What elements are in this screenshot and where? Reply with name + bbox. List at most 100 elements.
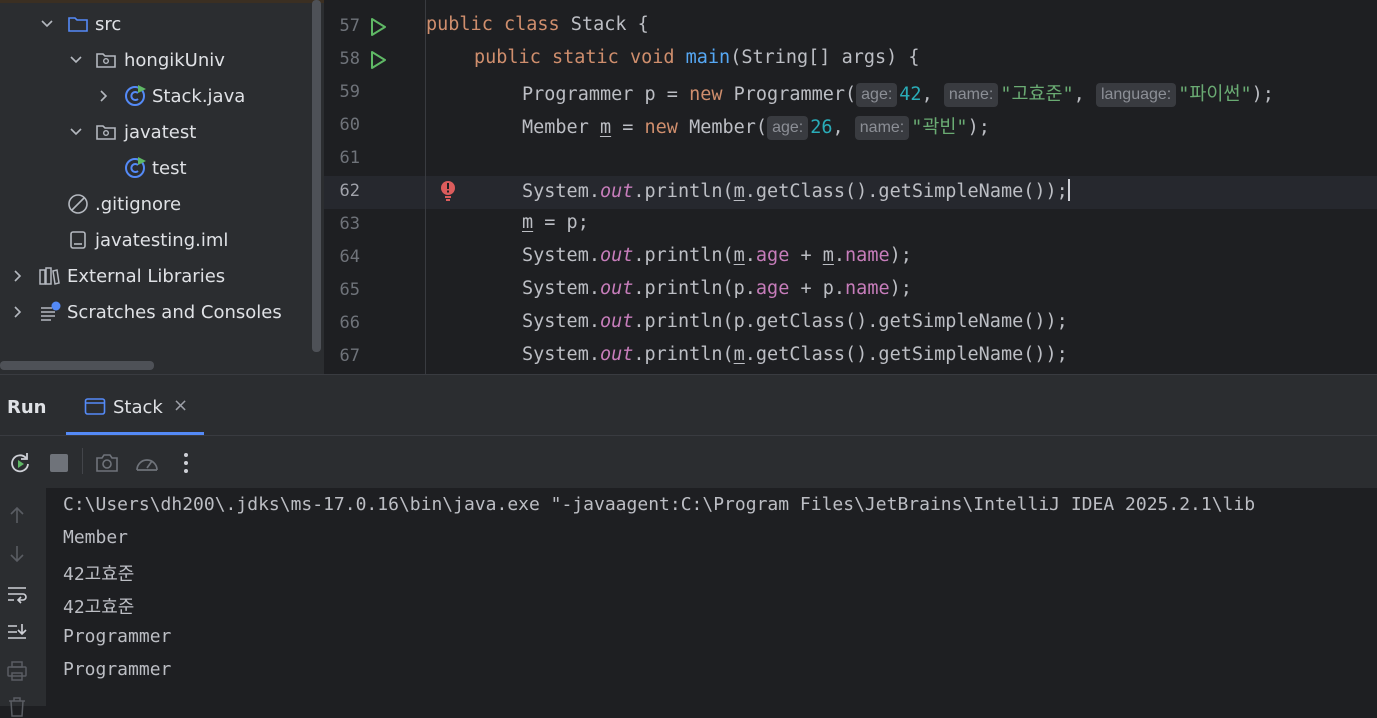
chevron-down-icon[interactable] <box>67 51 85 69</box>
tree-item-stack-java[interactable]: Stack.java <box>0 78 310 114</box>
line-number: 65 <box>339 280 360 300</box>
code-text: .getClass().getSimpleName()); <box>744 344 1068 365</box>
tree-item-javatest[interactable]: javatest <box>0 114 310 150</box>
field-reference: age <box>755 245 790 266</box>
string-literal: "고효준" <box>1000 84 1074 105</box>
tree-item-gitignore[interactable]: .gitignore <box>0 186 310 222</box>
code-line-65[interactable]: System.out.println(p.age + p.name); <box>522 278 912 299</box>
tree-vertical-scrollbar[interactable] <box>312 0 321 352</box>
static-field: out <box>599 245 634 266</box>
console-line: Member <box>63 527 129 548</box>
code-text: ); <box>889 245 912 266</box>
code-text: Stack { <box>559 14 649 35</box>
static-field: out <box>599 181 634 202</box>
code-text: ); <box>889 278 912 299</box>
tree-item-label: hongikUniv <box>124 49 225 71</box>
close-tab-icon[interactable]: × <box>173 395 188 416</box>
line-number: 67 <box>339 346 360 366</box>
code-line-60[interactable]: Member m = new Member(age: 26, name: "곽빈")… <box>522 113 990 140</box>
variable-m: m <box>733 344 745 365</box>
console-line: Programmer <box>63 626 172 647</box>
package-icon <box>95 121 117 143</box>
chevron-down-icon[interactable] <box>67 123 85 141</box>
code-editor[interactable]: 57 58 59 60 61 62 63 64 65 66 67 public … <box>324 0 1377 374</box>
toolbar-separator <box>82 448 83 474</box>
rerun-icon[interactable] <box>8 451 32 475</box>
console-line: C:\Users\dh200\.jdks\ms-17.0.16\bin\java… <box>63 494 1256 515</box>
code-text: System. <box>522 245 600 266</box>
code-line-66[interactable]: System.out.println(p.getClass().getSimpl… <box>522 311 1068 332</box>
scroll-to-end-icon[interactable] <box>6 621 28 643</box>
chevron-right-icon[interactable] <box>95 87 113 105</box>
soft-wrap-icon[interactable] <box>6 583 28 605</box>
tree-item-javatesting-iml[interactable]: javatesting.iml <box>0 222 310 258</box>
code-text: ); <box>967 117 990 138</box>
camera-icon[interactable] <box>95 451 119 475</box>
more-options-icon[interactable] <box>174 451 198 475</box>
code-text: , <box>921 84 944 105</box>
run-main-icon[interactable] <box>368 50 388 70</box>
variable-m: m <box>599 117 612 138</box>
string-literal: "파이썬" <box>1178 84 1252 105</box>
code-text: = <box>611 117 645 138</box>
parameter-hint-age: age: <box>767 116 809 140</box>
code-text: ); <box>1251 84 1274 105</box>
parameter-hint-name: name: <box>854 116 910 140</box>
console-line: 42고효준 <box>63 564 135 585</box>
tree-item-external-libraries[interactable]: External Libraries <box>0 258 310 294</box>
java-class-icon <box>124 156 146 178</box>
code-line-58[interactable]: public static void main(String[] args) { <box>474 47 920 68</box>
chevron-right-icon[interactable] <box>9 303 27 321</box>
number-literal: 26 <box>810 117 833 138</box>
line-number-active: 62 <box>339 181 360 201</box>
trash-icon[interactable] <box>6 696 28 718</box>
tree-item-label: src <box>95 13 122 35</box>
run-tool-window-header: Run Stack × <box>0 374 1377 437</box>
code-text: + <box>789 245 823 266</box>
tab-label: Stack <box>113 397 163 418</box>
stop-icon[interactable] <box>47 451 71 475</box>
console-tab-icon <box>84 397 106 421</box>
string-literal: "곽빈" <box>911 117 968 138</box>
console-output[interactable]: C:\Users\dh200\.jdks\ms-17.0.16\bin\java… <box>46 488 1377 706</box>
tree-item-test[interactable]: test <box>0 150 310 186</box>
libraries-icon <box>38 265 60 287</box>
code-text: (String[] args) { <box>730 47 920 68</box>
profiler-gauge-icon[interactable] <box>134 451 158 475</box>
code-line-67[interactable]: System.out.println(m.getClass().getSimpl… <box>522 344 1068 365</box>
variable-m: m <box>822 245 834 266</box>
scroll-down-arrow-icon[interactable] <box>6 543 28 565</box>
error-bulb-icon[interactable] <box>438 180 458 202</box>
code-text: System. <box>522 344 600 365</box>
code-line-57[interactable]: public class Stack { <box>426 14 649 35</box>
tree-item-src[interactable]: src <box>0 6 310 42</box>
run-toolbar <box>0 436 1377 488</box>
scroll-up-arrow-icon[interactable] <box>6 504 28 526</box>
parameter-hint-language: language: <box>1095 83 1177 107</box>
number-literal: 42 <box>899 84 922 105</box>
scratches-icon <box>38 300 61 322</box>
tree-item-hongikuniv[interactable]: hongikUniv <box>0 42 310 78</box>
tree-item-label: Stack.java <box>152 85 246 107</box>
package-icon <box>95 49 117 71</box>
editor-gutter[interactable]: 57 58 59 60 61 62 63 64 65 66 67 <box>324 0 455 374</box>
tree-item-label: External Libraries <box>67 265 226 287</box>
line-number: 57 <box>339 16 360 36</box>
code-text: System. <box>522 311 600 332</box>
code-line-63[interactable]: m = p; <box>522 212 589 233</box>
tree-item-scratches-and-consoles[interactable]: Scratches and Consoles <box>0 294 310 330</box>
code-text: Member( <box>677 117 768 138</box>
keyword: public <box>474 47 541 68</box>
keyword: void <box>629 47 675 68</box>
code-text: System. <box>522 278 600 299</box>
console-side-toolbar <box>0 488 46 717</box>
run-class-icon[interactable] <box>368 17 388 37</box>
code-line-62[interactable]: System.out.println(m.getClass().getSimpl… <box>522 179 1070 202</box>
tree-horizontal-scrollbar[interactable] <box>0 361 154 370</box>
code-line-64[interactable]: System.out.println(m.age + m.name); <box>522 245 912 266</box>
print-icon[interactable] <box>6 660 28 682</box>
line-number: 61 <box>339 148 360 168</box>
code-line-59[interactable]: Programmer p = new Programmer(age: 42, na… <box>522 80 1274 107</box>
chevron-right-icon[interactable] <box>9 267 27 285</box>
chevron-down-icon[interactable] <box>38 15 56 33</box>
